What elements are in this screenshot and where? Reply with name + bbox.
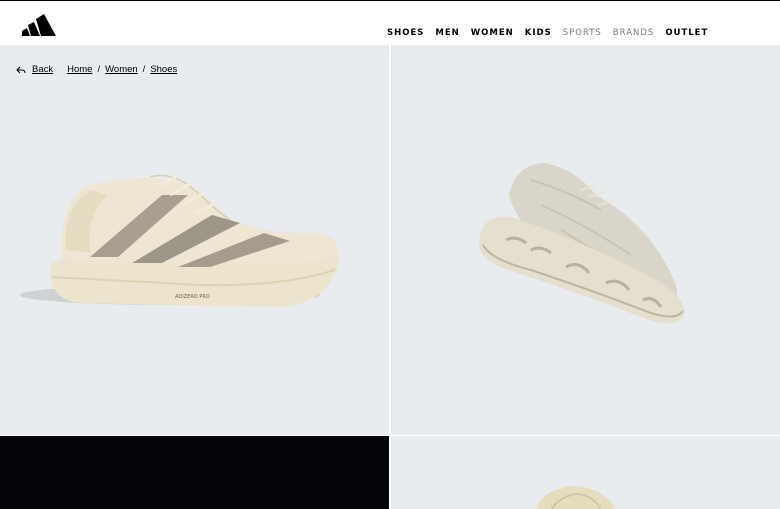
nav-item-men[interactable]: MEN: [435, 28, 459, 38]
product-gallery: ADIZERO PRO: [0, 45, 780, 509]
shoe-side-image: ADIZERO PRO: [20, 173, 340, 307]
back-arrow-icon: [16, 66, 26, 73]
gallery-image-top-view[interactable]: [391, 436, 780, 509]
nav-item-women[interactable]: WOMEN: [471, 28, 514, 38]
breadcrumb: Back Home / Women / Shoes: [16, 64, 177, 75]
breadcrumb-shoes[interactable]: Shoes: [150, 64, 177, 75]
sole-print: ADIZERO PRO: [175, 294, 210, 300]
nav-item-shoes[interactable]: SHOES: [387, 28, 424, 38]
gallery-image-side-view[interactable]: ADIZERO PRO: [0, 45, 389, 435]
back-link[interactable]: Back: [32, 64, 53, 75]
nav-item-outlet[interactable]: OUTLET: [665, 28, 708, 38]
site-header: SHOES MEN WOMEN KIDS SPORTS BRANDS OUTLE…: [0, 1, 780, 45]
breadcrumb-women[interactable]: Women: [105, 64, 138, 75]
shoe-top-image: [536, 486, 616, 509]
gallery-image-dark[interactable]: [0, 436, 389, 509]
nav-item-brands[interactable]: BRANDS: [613, 28, 655, 38]
nav-item-kids[interactable]: KIDS: [525, 28, 552, 38]
adidas-logo[interactable]: [22, 14, 56, 36]
gallery-image-sole-view[interactable]: [391, 45, 780, 435]
breadcrumb-home[interactable]: Home: [67, 64, 92, 75]
nav-item-sports[interactable]: SPORTS: [563, 28, 602, 38]
main-nav: SHOES MEN WOMEN KIDS SPORTS BRANDS OUTLE…: [387, 28, 708, 38]
breadcrumb-separator: /: [142, 64, 146, 75]
breadcrumb-separator: /: [97, 64, 101, 75]
shoe-sole-image: [478, 163, 685, 324]
